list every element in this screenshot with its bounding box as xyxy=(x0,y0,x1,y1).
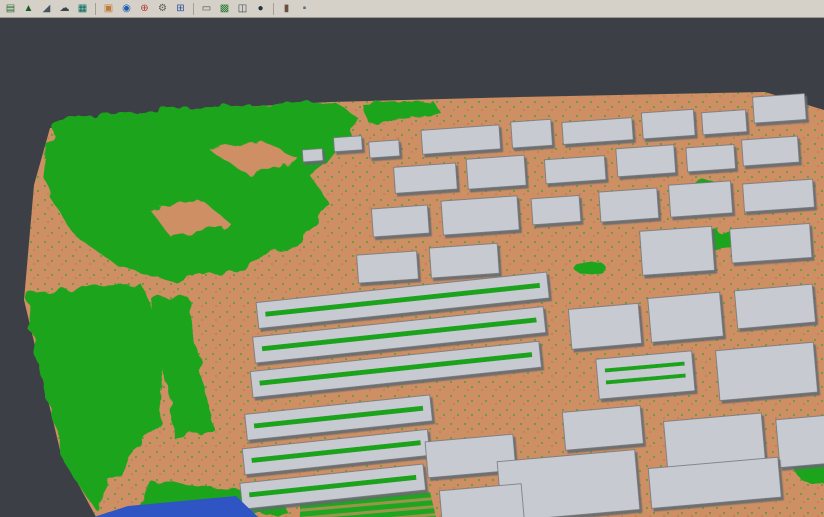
cloud-icon[interactable]: ☁ xyxy=(56,1,73,17)
measure-icon[interactable]: ⊕ xyxy=(136,1,153,17)
select-area-icon[interactable]: ▭ xyxy=(198,1,215,17)
application-window: ▤▲◢☁▦ ▣◉⊕⚙⊞ ▭▩◫● ▮▪ xyxy=(0,0,824,517)
terrain-icon[interactable]: ▲ xyxy=(20,1,37,17)
viewport-3d[interactable] xyxy=(0,18,824,517)
ortho-view-icon[interactable]: ▣ xyxy=(100,1,117,17)
layers-icon[interactable]: ▤ xyxy=(2,1,19,17)
toolbar-separator xyxy=(273,3,274,15)
globe-view-icon[interactable]: ◉ xyxy=(118,1,135,17)
toolbar-separator xyxy=(193,3,194,15)
classify-icon[interactable]: ▩ xyxy=(216,1,233,17)
info-icon[interactable]: ▪ xyxy=(296,1,313,17)
chart-icon[interactable]: ▮ xyxy=(278,1,295,17)
toolbar-icon-group: ▤▲◢☁▦ ▣◉⊕⚙⊞ ▭▩◫● ▮▪ xyxy=(2,1,313,17)
grid-icon[interactable]: ▦ xyxy=(74,1,91,17)
zoom-extent-icon[interactable]: ⊞ xyxy=(172,1,189,17)
toolbar-separator xyxy=(95,3,96,15)
view-3d-icon[interactable]: ◫ xyxy=(234,1,251,17)
point-cloud-scene xyxy=(0,18,824,517)
profile-icon[interactable]: ◢ xyxy=(38,1,55,17)
toolbar: ▤▲◢☁▦ ▣◉⊕⚙⊞ ▭▩◫● ▮▪ xyxy=(0,0,824,18)
settings-icon[interactable]: ⚙ xyxy=(154,1,171,17)
world-icon[interactable]: ● xyxy=(252,1,269,17)
